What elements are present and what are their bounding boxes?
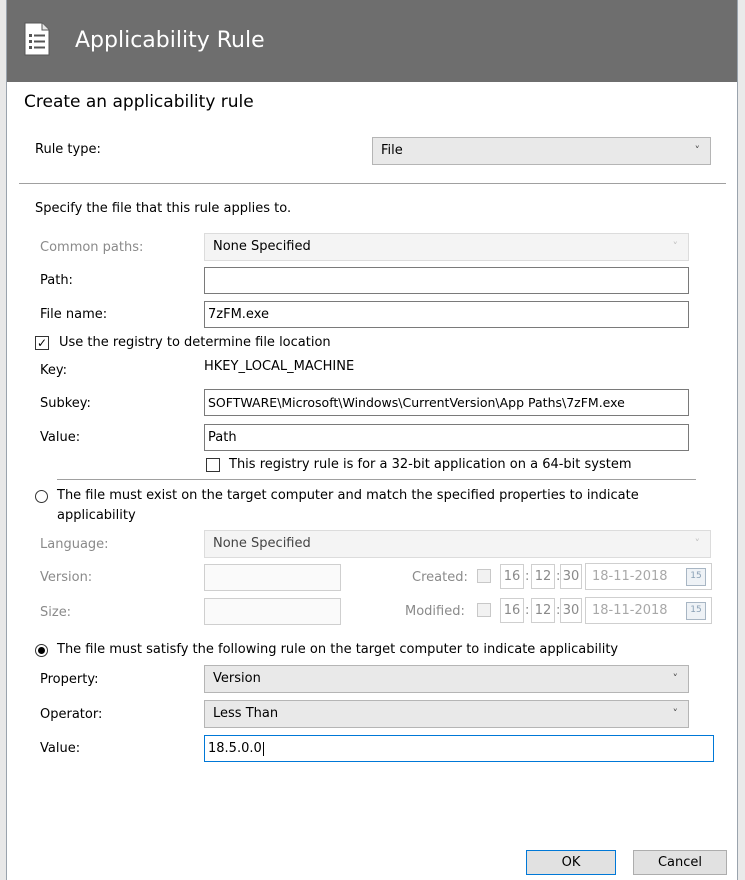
modified-date: 18-11-2018: [592, 603, 668, 618]
chevron-down-icon: ˅: [672, 240, 679, 253]
path-label: Path:: [40, 273, 73, 288]
version-input[interactable]: [204, 564, 341, 591]
subkey-label: Subkey:: [40, 396, 91, 411]
key-label: Key:: [40, 363, 68, 378]
file-name-input[interactable]: 7zFM.exe: [204, 301, 689, 328]
created-checkbox[interactable]: [477, 569, 491, 583]
language-label: Language:: [40, 537, 109, 552]
text-caret: [262, 741, 264, 756]
background-window-right: [738, 0, 745, 880]
rule-type-label: Rule type:: [35, 142, 101, 157]
size-input[interactable]: [204, 598, 341, 625]
ok-button[interactable]: OK: [526, 850, 616, 875]
modified-minute[interactable]: 12: [531, 598, 555, 623]
cancel-button[interactable]: Cancel: [633, 850, 727, 875]
chevron-down-icon: ˅: [694, 537, 701, 550]
dialog-heading: Create an applicability rule: [24, 92, 254, 112]
size-label: Size:: [40, 605, 72, 620]
modified-second[interactable]: 30: [560, 598, 582, 623]
file-rule-radio[interactable]: [35, 644, 48, 657]
created-date: 18-11-2018: [592, 569, 668, 584]
window-title: Applicability Rule: [75, 28, 265, 53]
use-registry-label[interactable]: Use the registry to determine file locat…: [59, 334, 331, 352]
file-exist-label-line1[interactable]: The file must exist on the target comput…: [57, 487, 639, 505]
property-value: Version: [213, 671, 261, 686]
created-minute[interactable]: 12: [531, 564, 555, 589]
bit32-label[interactable]: This registry rule is for a 32-bit appli…: [229, 456, 632, 474]
section-divider: [19, 183, 726, 184]
file-exist-label-line2[interactable]: applicability: [57, 507, 136, 525]
created-second[interactable]: 30: [560, 564, 582, 589]
rule-value-text: 18.5.0.0: [208, 741, 262, 756]
property-select[interactable]: Version ˅: [204, 665, 689, 693]
property-label: Property:: [40, 672, 99, 687]
version-label: Version:: [40, 570, 93, 585]
common-paths-label: Common paths:: [40, 240, 144, 255]
chevron-down-icon: ˅: [672, 672, 679, 685]
path-input[interactable]: [204, 267, 689, 294]
chevron-down-icon: ˅: [694, 144, 701, 157]
file-name-label: File name:: [40, 307, 108, 322]
modified-hour[interactable]: 16: [500, 598, 524, 623]
file-rule-label[interactable]: The file must satisfy the following rule…: [57, 641, 618, 659]
rule-type-select[interactable]: File ˅: [372, 137, 711, 165]
common-paths-value: None Specified: [213, 239, 311, 254]
file-exist-radio[interactable]: [35, 490, 48, 503]
calendar-icon[interactable]: 15: [686, 568, 706, 586]
key-value: HKEY_LOCAL_MACHINE: [204, 359, 355, 374]
title-bar[interactable]: Applicability Rule: [7, 0, 737, 82]
chevron-down-icon: ˅: [672, 707, 679, 720]
created-label: Created:: [412, 570, 468, 585]
calendar-icon[interactable]: 15: [686, 602, 706, 620]
registry-value-label: Value:: [40, 430, 81, 445]
time-separator: :: [525, 569, 530, 584]
operator-select[interactable]: Less Than ˅: [204, 700, 689, 728]
modified-label: Modified:: [405, 604, 465, 619]
use-registry-checkbox[interactable]: ✓: [35, 336, 49, 350]
bit32-checkbox[interactable]: [206, 458, 220, 472]
language-select[interactable]: None Specified ˅: [204, 530, 711, 558]
time-separator: :: [525, 603, 530, 618]
document-list-icon: [24, 22, 50, 56]
rule-type-value: File: [381, 143, 403, 158]
created-hour[interactable]: 16: [500, 564, 524, 589]
common-paths-select[interactable]: None Specified ˅: [204, 233, 689, 261]
operator-label: Operator:: [40, 707, 103, 722]
applicability-rule-dialog: Applicability Rule Create an applicabili…: [6, 0, 738, 880]
subsection-divider: [57, 479, 696, 480]
registry-value-input[interactable]: Path: [204, 424, 689, 451]
file-instruction: Specify the file that this rule applies …: [35, 201, 292, 216]
operator-value: Less Than: [213, 706, 279, 721]
subkey-input[interactable]: SOFTWARE\Microsoft\Windows\CurrentVersio…: [204, 389, 689, 416]
language-value: None Specified: [213, 536, 311, 551]
modified-checkbox[interactable]: [477, 603, 491, 617]
rule-value-input[interactable]: 18.5.0.0: [204, 735, 714, 762]
rule-value-label: Value:: [40, 741, 81, 756]
